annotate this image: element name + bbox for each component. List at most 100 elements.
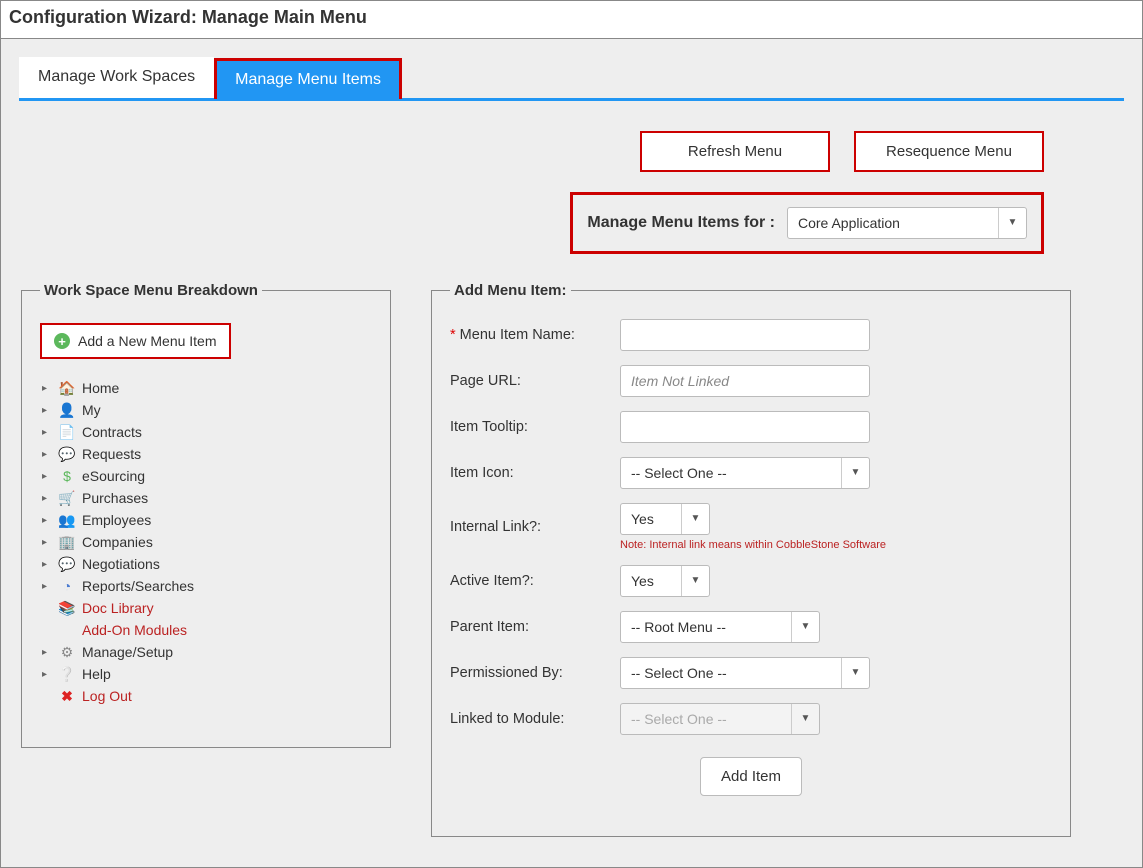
chevron-down-icon: ▼ <box>791 704 819 734</box>
icon-dropdown-value: -- Select One -- <box>621 465 841 481</box>
active-dropdown[interactable]: Yes ▼ <box>620 565 710 597</box>
tree-item: ▸👥Employees <box>40 509 372 531</box>
parent-label: Parent Item: <box>450 619 610 635</box>
permission-dropdown-value: -- Select One -- <box>621 665 841 681</box>
tree-item: 📚 Doc Library <box>40 597 372 619</box>
tree-item-icon: 💬 <box>58 446 76 462</box>
tree-item-label[interactable]: Log Out <box>82 688 132 704</box>
expander-icon[interactable]: ▸ <box>42 471 52 482</box>
tree-item-icon: ⚙ <box>58 644 76 660</box>
selector-row: Manage Menu Items for : Core Application… <box>19 192 1124 282</box>
add-new-menu-item-button[interactable]: + Add a New Menu Item <box>40 323 231 359</box>
tree-item-label[interactable]: Reports/Searches <box>82 578 194 594</box>
expander-icon[interactable]: ▸ <box>42 559 52 570</box>
expander-icon[interactable]: ▸ <box>42 669 52 680</box>
internal-dropdown[interactable]: Yes ▼ <box>620 503 710 535</box>
tooltip-label: Item Tooltip: <box>450 419 610 435</box>
add-new-menu-item-label: Add a New Menu Item <box>78 333 217 349</box>
expander-icon[interactable]: ▸ <box>42 405 52 416</box>
tree-item-label[interactable]: Purchases <box>82 490 148 506</box>
panels: Work Space Menu Breakdown + Add a New Me… <box>19 282 1124 837</box>
url-label: Page URL: <box>450 373 610 389</box>
tab-workspaces[interactable]: Manage Work Spaces <box>19 57 214 98</box>
refresh-menu-button[interactable]: Refresh Menu <box>640 131 830 172</box>
workspace-menu-panel: Work Space Menu Breakdown + Add a New Me… <box>21 282 391 748</box>
tree-item-icon: ✖ <box>58 688 76 704</box>
tree-item-label[interactable]: Manage/Setup <box>82 644 173 660</box>
tree-item: ▸ 🏢 Companies <box>40 531 372 553</box>
tree-item-icon: ◔ <box>58 578 76 594</box>
tree-item: ▸💬Negotiations <box>40 553 372 575</box>
expander-icon[interactable]: ▸ <box>42 515 52 526</box>
expander-icon[interactable]: ▸ <box>42 449 52 460</box>
tree-item-label[interactable]: Requests <box>82 446 141 462</box>
expander-icon[interactable]: ▸ <box>42 383 52 394</box>
actions-bar: Refresh Menu Resequence Menu <box>19 101 1124 192</box>
permission-label: Permissioned By: <box>450 665 610 681</box>
active-dropdown-value: Yes <box>621 573 681 589</box>
workspace-dropdown[interactable]: Core Application ▼ <box>787 207 1027 239</box>
add-menu-item-panel: Add Menu Item: Menu Item Name: Page URL:… <box>431 282 1071 837</box>
tree-item: Add-On Modules <box>40 619 372 641</box>
add-menu-item-legend: Add Menu Item: <box>450 282 571 299</box>
chevron-down-icon: ▼ <box>681 566 709 596</box>
tree-item-label[interactable]: Contracts <box>82 424 142 440</box>
tree-item-label[interactable]: Companies <box>82 534 153 550</box>
tooltip-input[interactable] <box>620 411 870 443</box>
add-item-button[interactable]: Add Item <box>700 757 802 796</box>
tree-item: ▸❔Help <box>40 663 372 685</box>
tree-item-icon: 👤 <box>58 402 76 418</box>
module-dropdown: -- Select One -- ▼ <box>620 703 820 735</box>
workspace-menu-legend: Work Space Menu Breakdown <box>40 282 262 299</box>
page-frame: Configuration Wizard: Manage Main Menu M… <box>0 0 1143 868</box>
url-input[interactable] <box>620 365 870 397</box>
tree-item-label[interactable]: Help <box>82 666 111 682</box>
selector-label: Manage Menu Items for : <box>587 214 775 232</box>
module-label: Linked to Module: <box>450 711 610 727</box>
permission-dropdown[interactable]: -- Select One -- ▼ <box>620 657 870 689</box>
chevron-down-icon: ▼ <box>841 458 869 488</box>
resequence-menu-button[interactable]: Resequence Menu <box>854 131 1044 172</box>
chevron-down-icon: ▼ <box>841 658 869 688</box>
tree-item-label[interactable]: Doc Library <box>82 600 154 616</box>
tree-item-icon: 📚 <box>58 600 76 616</box>
page-title: Configuration Wizard: Manage Main Menu <box>1 1 1142 39</box>
tree-item: ▸ 🏠 Home <box>40 377 372 399</box>
workarea: Manage Work Spaces Manage Menu Items Ref… <box>1 39 1142 867</box>
tree-item-label[interactable]: Employees <box>82 512 151 528</box>
tree-item-icon: 🏠 <box>58 380 76 396</box>
internal-label: Internal Link?: <box>450 519 610 535</box>
tree-item-icon: 🏢 <box>58 534 76 550</box>
tree-item-label[interactable]: Add-On Modules <box>82 622 187 638</box>
tree-item: ✖ Log Out <box>40 685 372 707</box>
workspace-dropdown-value: Core Application <box>788 215 998 231</box>
tab-row: Manage Work Spaces Manage Menu Items <box>19 57 1124 101</box>
expander-icon[interactable]: ▸ <box>42 581 52 592</box>
tree-item: ▸$eSourcing <box>40 465 372 487</box>
tree-item-icon <box>58 622 76 638</box>
tree-item-label[interactable]: My <box>82 402 101 418</box>
expander-icon[interactable]: ▸ <box>42 537 52 548</box>
internal-dropdown-value: Yes <box>621 511 681 527</box>
tree-item-icon: 🛒 <box>58 490 76 506</box>
parent-dropdown[interactable]: -- Root Menu -- ▼ <box>620 611 820 643</box>
parent-dropdown-value: -- Root Menu -- <box>621 619 791 635</box>
expander-icon[interactable]: ▸ <box>42 647 52 658</box>
plus-icon: + <box>54 333 70 349</box>
module-dropdown-value: -- Select One -- <box>621 711 791 727</box>
add-menu-item-form: Menu Item Name: Page URL: Item Tooltip: … <box>450 319 1052 735</box>
name-label: Menu Item Name: <box>450 327 610 343</box>
expander-icon[interactable]: ▸ <box>42 493 52 504</box>
menu-tree: ▸ 🏠 Home ▸ 👤 My ▸ 📄 Contracts ▸ 💬 Requests ▸$eSourci… <box>40 377 372 707</box>
tree-item-label[interactable]: eSourcing <box>82 468 145 484</box>
name-input[interactable] <box>620 319 870 351</box>
tree-item-icon: 📄 <box>58 424 76 440</box>
icon-dropdown[interactable]: -- Select One -- ▼ <box>620 457 870 489</box>
workspace-selector-box: Manage Menu Items for : Core Application… <box>570 192 1044 254</box>
tree-item: ▸ ⚙ Manage/Setup <box>40 641 372 663</box>
tree-item-label[interactable]: Negotiations <box>82 556 160 572</box>
tree-item-label[interactable]: Home <box>82 380 119 396</box>
tree-item: ▸ 💬 Requests <box>40 443 372 465</box>
expander-icon[interactable]: ▸ <box>42 427 52 438</box>
tab-menu-items[interactable]: Manage Menu Items <box>214 58 402 99</box>
